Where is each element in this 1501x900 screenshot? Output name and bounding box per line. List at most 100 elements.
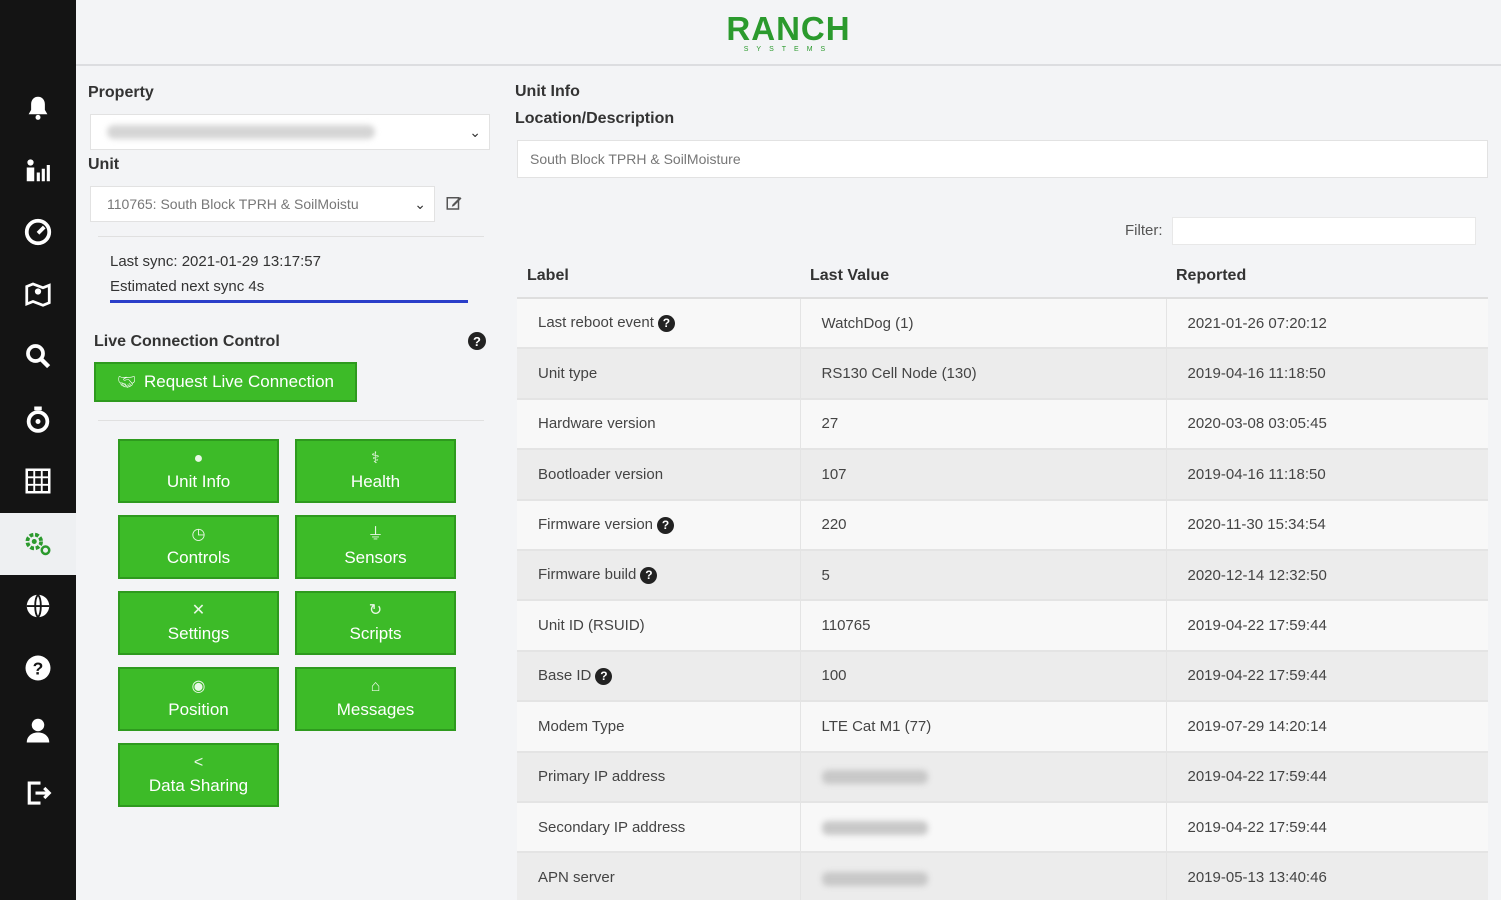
sidebar-item-settings[interactable] bbox=[0, 513, 76, 575]
cell-reported: 2020-11-30 15:34:54 bbox=[1166, 498, 1488, 550]
cell-label: Base ID? bbox=[517, 649, 801, 702]
cell-reported: 2019-07-29 14:20:14 bbox=[1166, 700, 1488, 752]
cell-label: Firmware build? bbox=[517, 548, 801, 601]
tools-icon: ✕ bbox=[191, 602, 206, 619]
sensors-button[interactable]: ⏚ Sensors bbox=[295, 515, 456, 579]
data-sharing-label: Data Sharing bbox=[148, 776, 249, 795]
sidebar-item-reports[interactable] bbox=[0, 450, 76, 512]
sidebar-nav: ? bbox=[0, 0, 76, 900]
globe-icon: ◉ bbox=[191, 678, 206, 695]
edit-icon[interactable] bbox=[445, 194, 463, 212]
svg-text:?: ? bbox=[33, 658, 44, 678]
filter-label: Filter: bbox=[1125, 222, 1163, 239]
request-live-connection-button[interactable]: 🤝︎ Request Live Connection bbox=[94, 362, 357, 402]
controls-button[interactable]: ◷ Controls bbox=[118, 515, 279, 579]
share-icon: < bbox=[193, 754, 204, 771]
sidebar-item-globe[interactable] bbox=[0, 575, 76, 637]
cell-reported: 2019-04-22 17:59:44 bbox=[1166, 649, 1488, 702]
row-label-text: Primary IP address bbox=[538, 768, 666, 786]
table-row: Base ID? 100 2019-04-22 17:59:44 bbox=[517, 649, 1488, 702]
scripts-button[interactable]: ↻ Scripts bbox=[295, 591, 456, 655]
cell-last-value: 100 bbox=[800, 649, 1167, 702]
unit-info-button[interactable]: ● Unit Info bbox=[118, 439, 279, 503]
next-sync-text: Estimated next sync 4s bbox=[110, 278, 265, 295]
cell-reported: 2021-01-26 07:20:12 bbox=[1166, 296, 1488, 349]
sensors-label: Sensors bbox=[344, 548, 407, 567]
sidebar-item-map[interactable] bbox=[0, 263, 76, 325]
cell-reported: 2019-04-22 17:59:44 bbox=[1166, 750, 1488, 802]
column-header-reported[interactable]: Reported bbox=[1166, 254, 1488, 299]
cell-last-value bbox=[800, 851, 1167, 900]
help-icon: ? bbox=[25, 655, 51, 681]
row-label-text: APN server bbox=[538, 869, 615, 887]
filter-input[interactable] bbox=[1172, 217, 1476, 245]
table-row: Last reboot event? WatchDog (1) 2021-01-26… bbox=[517, 296, 1488, 349]
table-row: Primary IP address 2019-04-22 17:59:44 bbox=[517, 750, 1488, 802]
property-label: Property bbox=[88, 84, 154, 101]
location-description-value: South Block TPRH & SoilMoisture bbox=[530, 151, 741, 167]
sidebar-item-help[interactable]: ? bbox=[0, 637, 76, 699]
sidebar-item-users[interactable] bbox=[0, 139, 76, 201]
unit-info-heading: Unit Info bbox=[515, 83, 580, 100]
last-sync-text: Last sync: 2021-01-29 13:17:57 bbox=[110, 253, 321, 270]
help-icon[interactable]: ? bbox=[640, 566, 658, 584]
brand-logo[interactable]: RANCH bbox=[726, 12, 850, 45]
row-label-text: Unit type bbox=[538, 365, 598, 383]
help-icon[interactable]: ? bbox=[595, 667, 613, 685]
cell-label: Secondary IP address bbox=[517, 800, 801, 853]
cell-label: Last reboot event? bbox=[517, 296, 801, 349]
app-header: RANCH SYSTEMS bbox=[76, 0, 1501, 66]
table-row: Unit ID (RSUID) 110765 2019-04-22 17:59:44 bbox=[517, 599, 1488, 651]
live-connection-label: Live Connection Control bbox=[94, 333, 280, 350]
sidebar-item-timer[interactable] bbox=[0, 388, 76, 450]
health-label: Health bbox=[350, 472, 401, 491]
location-description-input[interactable]: South Block TPRH & SoilMoisture bbox=[517, 140, 1488, 178]
data-sharing-button[interactable]: < Data Sharing bbox=[118, 743, 279, 807]
scripts-label: Scripts bbox=[349, 624, 402, 643]
cell-last-value: 27 bbox=[800, 397, 1167, 450]
users-chart-icon bbox=[26, 159, 50, 182]
search-icon bbox=[26, 344, 51, 369]
cell-last-value: 220 bbox=[800, 498, 1167, 550]
sidebar-item-logout[interactable] bbox=[0, 762, 76, 824]
cell-reported: 2019-04-16 11:18:50 bbox=[1166, 448, 1488, 500]
property-select[interactable]: ⌄ bbox=[90, 114, 490, 150]
sidebar-item-alerts[interactable] bbox=[0, 77, 76, 139]
cell-label: APN server bbox=[517, 851, 801, 900]
report-grid-icon bbox=[25, 468, 51, 494]
sidebar-item-account[interactable] bbox=[0, 699, 76, 761]
column-header-last-value[interactable]: Last Value bbox=[800, 254, 1166, 299]
position-label: Position bbox=[168, 700, 229, 719]
request-live-connection-label: Request Live Connection bbox=[144, 372, 334, 391]
position-button[interactable]: ◉ Position bbox=[118, 667, 279, 731]
cell-last-value bbox=[800, 750, 1167, 802]
cell-label: Modem Type bbox=[517, 700, 801, 752]
user-icon bbox=[26, 718, 50, 743]
help-icon[interactable]: ? bbox=[468, 332, 486, 350]
row-label-text: Firmware build bbox=[538, 566, 637, 584]
cell-label: Firmware version? bbox=[517, 498, 801, 550]
cell-label: Primary IP address bbox=[517, 750, 801, 802]
logout-icon bbox=[27, 781, 52, 805]
table-row: Bootloader version 107 2019-04-16 11:18:50 bbox=[517, 448, 1488, 500]
cell-reported: 2019-05-13 13:40:46 bbox=[1166, 851, 1488, 900]
health-button[interactable]: ⚕ Health bbox=[295, 439, 456, 503]
unit-select[interactable]: 110765: South Block TPRH & SoilMoistu ⌄ bbox=[90, 186, 435, 222]
map-icon bbox=[25, 282, 51, 307]
settings-button[interactable]: ✕ Settings bbox=[118, 591, 279, 655]
sidebar-item-search[interactable] bbox=[0, 325, 76, 387]
globe-icon bbox=[26, 594, 50, 618]
help-icon[interactable]: ? bbox=[657, 314, 675, 332]
table-row: Modem Type LTE Cat M1 (77) 2019-07-29 14:2… bbox=[517, 700, 1488, 752]
unit-label: Unit bbox=[88, 156, 120, 173]
unit-info-label: Unit Info bbox=[166, 472, 231, 491]
inbox-icon: ⌂ bbox=[370, 678, 381, 695]
sidebar-item-dashboard[interactable] bbox=[0, 201, 76, 263]
help-icon[interactable]: ? bbox=[657, 516, 675, 534]
cell-label: Unit type bbox=[517, 347, 801, 399]
messages-button[interactable]: ⌂ Messages bbox=[295, 667, 456, 731]
row-label-text: Base ID bbox=[538, 667, 592, 685]
table-row: Firmware build? 5 2020-12-14 12:32:50 bbox=[517, 548, 1488, 601]
column-header-label[interactable]: Label bbox=[517, 254, 800, 299]
divider bbox=[98, 420, 484, 421]
